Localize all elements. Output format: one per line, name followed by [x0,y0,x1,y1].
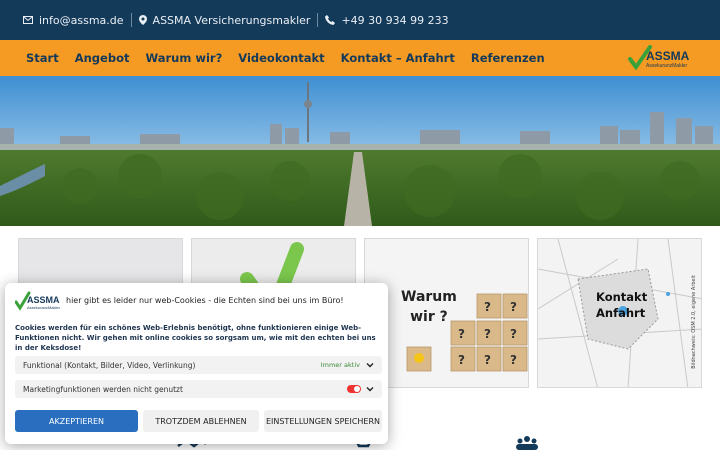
berlin-panorama-image [0,76,720,226]
accept-button[interactable]: AKZEPTIEREN [15,410,138,432]
svg-text:?: ? [484,327,491,341]
location-pin-icon [138,15,147,25]
nav-kontakt-anfahrt[interactable]: Kontakt – Anfahrt [341,51,455,65]
consent-headline: hier gibt es leider nur web-Cookies - di… [66,296,344,305]
svg-text:?: ? [458,353,465,367]
company-text: ASSMA Versicherungsmakler [152,13,311,27]
question-blocks-image: ?? ??? ??? [406,293,528,372]
map-credit: Bildnachweis: OSM 2.0, eigene Arbeit [691,275,697,369]
consent-category-functional[interactable]: Funktional (Kontakt, Bilder, Video, Verl… [15,356,382,374]
logo-name: ASSMA [646,49,690,63]
company-location: ASSMA Versicherungsmakler [138,13,311,27]
svg-text:?: ? [484,300,491,314]
assma-logo[interactable]: ASSMA AssekuranzMakler [628,45,696,71]
svg-text:?: ? [510,300,517,314]
functional-label: Funktional (Kontakt, Bilder, Video, Verl… [23,360,196,370]
map-line2: Anfahrt [596,306,646,320]
phone-contact[interactable]: +49 30 934 99 233 [325,13,449,27]
divider [130,13,132,27]
divider [317,13,319,27]
consent-description: Cookies werden für ein schönes Web-Erleb… [15,324,376,352]
main-navigation: Start Angebot Warum wir? Videokontakt Ko… [0,40,720,76]
nav-videokontakt[interactable]: Videokontakt [238,51,324,65]
nav-angebot[interactable]: Angebot [75,51,130,65]
svg-text:?: ? [458,327,465,341]
chevron-down-icon[interactable] [366,385,374,393]
svg-text:?: ? [510,353,517,367]
email-contact[interactable]: info@assma.de [23,14,124,27]
phone-icon [325,15,336,25]
marketing-label: Marketingfunktionen werden nicht genutzt [23,384,183,394]
top-info-bar: info@assma.de ASSMA Versicherungsmakler … [0,0,720,40]
marketing-toggle[interactable] [347,385,361,393]
svg-text:?: ? [510,327,517,341]
map-label: Kontakt Anfahrt [596,289,647,321]
consent-category-marketing[interactable]: Marketingfunktionen werden nicht genutzt [15,380,382,398]
functional-status: Immer aktiv [320,361,360,369]
assma-logo-small: ASSMA AssekuranzMakler [15,291,61,311]
consent-logo: ASSMA AssekuranzMakler [15,291,61,313]
nav-start[interactable]: Start [26,51,59,65]
cookie-consent-dialog: ASSMA AssekuranzMakler hier gibt es leid… [5,283,388,444]
chevron-down-icon[interactable] [366,361,374,369]
consent-logo-subtitle: AssekuranzMakler [27,305,61,310]
nav-referenzen[interactable]: Referenzen [471,51,545,65]
email-text: info@assma.de [39,13,124,27]
map-line1: Kontakt [596,290,648,304]
save-settings-button[interactable]: EINSTELLUNGEN SPEICHERN [264,410,382,432]
svg-text:?: ? [484,353,491,367]
envelope-icon [23,16,33,24]
deny-button[interactable]: TROTZDEM ABLEHNEN [143,410,259,432]
phone-text: +49 30 934 99 233 [341,13,449,27]
logo-subtitle: AssekuranzMakler [646,63,687,69]
consent-logo-name: ASSMA [27,295,60,305]
nav-warum-wir[interactable]: Warum wir? [145,51,222,65]
teaser-card-warum-wir[interactable]: Warum wir ? ?? ??? ??? [364,238,529,388]
users-icon [516,436,538,450]
teaser-card-kontakt-anfahrt[interactable]: Kontakt Anfahrt Bildnachweis: OSM 2.0, e… [537,238,702,388]
